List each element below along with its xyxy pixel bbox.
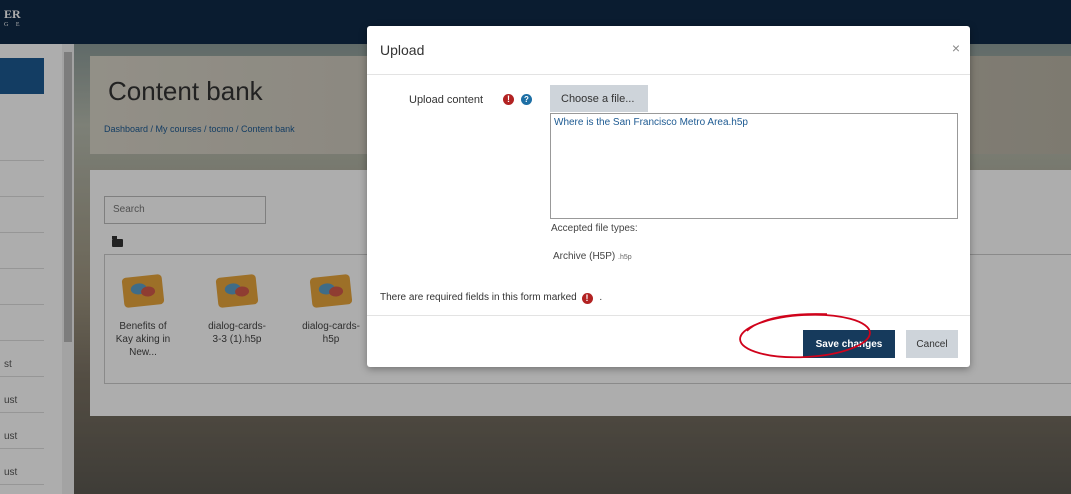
upload-content-label: Upload content: [409, 94, 483, 106]
accepted-file-type: Archive (H5P) .h5p: [553, 251, 632, 262]
help-icon[interactable]: ?: [521, 94, 532, 105]
required-fields-note-text: There are required fields in this form m…: [380, 292, 577, 303]
selected-file-name[interactable]: Where is the San Francisco Metro Area.h5…: [554, 117, 748, 128]
required-icon: !: [503, 94, 514, 105]
dialog-header: Upload ×: [367, 26, 970, 75]
cancel-button[interactable]: Cancel: [906, 330, 958, 358]
choose-file-button[interactable]: Choose a file...: [550, 85, 648, 112]
required-fields-note-end: .: [599, 292, 603, 303]
accepted-file-type-name: Archive (H5P): [553, 251, 616, 262]
accepted-file-type-ext: .h5p: [618, 254, 632, 261]
required-icon: !: [581, 293, 593, 304]
dialog-footer-divider: [367, 315, 970, 316]
close-icon[interactable]: ×: [952, 40, 960, 56]
dialog-title: Upload: [380, 42, 425, 58]
upload-dialog: Upload × Upload content ! ? Choose a fil…: [367, 26, 970, 367]
required-fields-note: There are required fields in this form m…: [380, 292, 603, 304]
accepted-file-types-label: Accepted file types:: [551, 223, 638, 234]
file-drop-area[interactable]: Where is the San Francisco Metro Area.h5…: [550, 113, 958, 219]
save-changes-button[interactable]: Save changes: [803, 330, 895, 358]
